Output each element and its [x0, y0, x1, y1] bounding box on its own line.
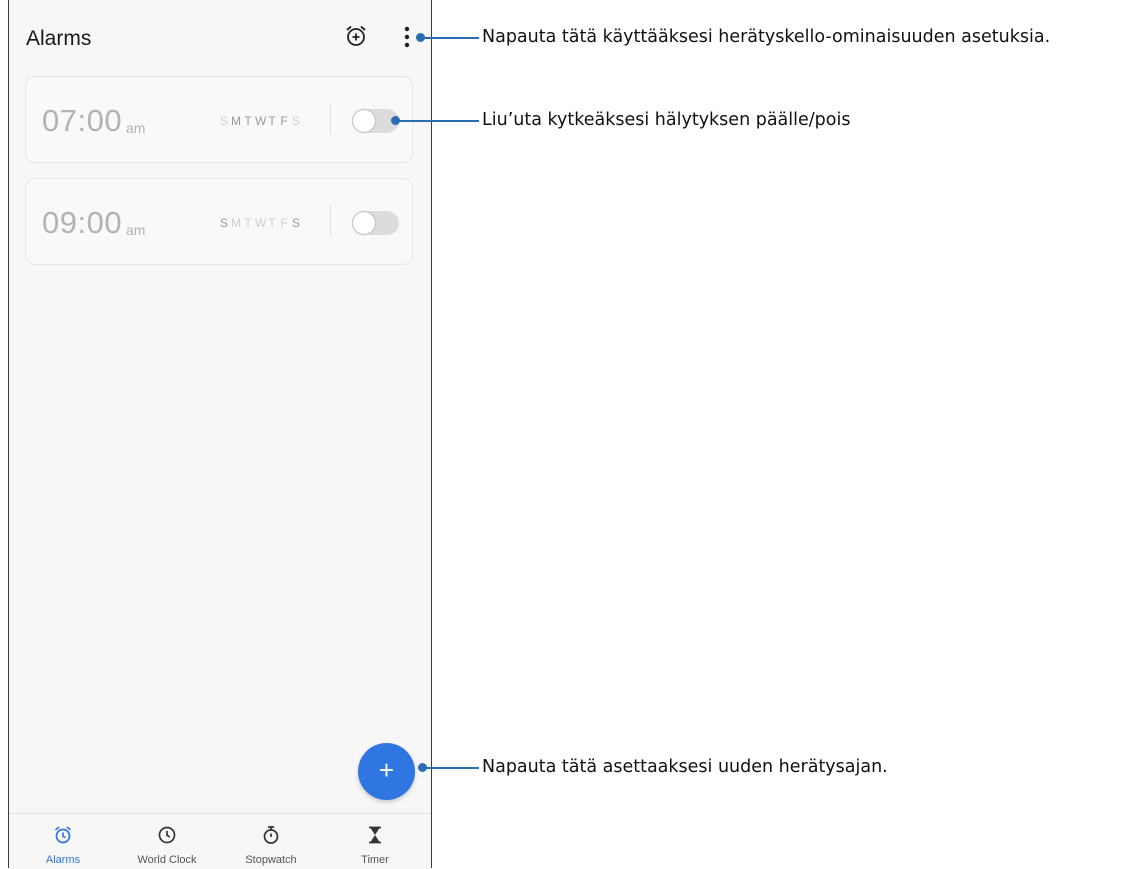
alarm-icon: [55, 826, 71, 844]
bottom-nav: Alarms World Clock Stopwatch Timer: [9, 813, 431, 869]
clock-icon: [158, 826, 176, 844]
day-letter: S: [219, 216, 230, 230]
tab-timer[interactable]: Timer: [325, 814, 425, 869]
alarm-card[interactable]: 09:00 am SMTWT F S: [25, 178, 413, 265]
stopwatch-icon: [263, 826, 279, 844]
more-vertical-icon[interactable]: [401, 24, 413, 50]
day-letter: W: [255, 216, 269, 230]
divider: [330, 205, 331, 237]
tab-alarms[interactable]: Alarms: [13, 814, 113, 869]
day-letter: S: [291, 216, 302, 230]
tab-label: World Clock: [137, 854, 197, 866]
divider: [330, 103, 331, 135]
alarm-ampm: am: [126, 222, 146, 238]
tab-label: Timer: [361, 854, 389, 866]
tab-label: Alarms: [45, 854, 81, 866]
day-letter: T: [268, 216, 278, 230]
day-letter: W: [255, 114, 269, 128]
day-letter: F: [280, 114, 290, 128]
add-alarm-button[interactable]: +: [358, 743, 415, 800]
phone-screen: Alarms 07:00 am SMTWT F S 09:00 am SMTWT F S…: [8, 0, 432, 869]
tab-label: Stopwatch: [245, 854, 297, 866]
callout-line: [421, 37, 479, 39]
day-letter: T: [268, 114, 278, 128]
hourglass-icon: [369, 826, 381, 844]
callout-new-alarm: Napauta tätä asettaaksesi uuden herätysa…: [482, 757, 888, 777]
day-letter: T: [244, 216, 254, 230]
day-letter: M: [231, 216, 243, 230]
callout-settings: Napauta tätä käyttääksesi herätyskello-o…: [482, 27, 1051, 47]
day-letter: M: [231, 114, 243, 128]
alarm-add-icon[interactable]: [344, 24, 368, 48]
toggle-knob: [353, 110, 375, 132]
toggle-knob: [353, 212, 375, 234]
callout-toggle: Liu’uta kytkeäksesi hälytyksen päälle/po…: [482, 110, 851, 130]
alarm-time: 09:00: [42, 205, 123, 240]
alarm-days: SMTWT F S: [219, 216, 303, 230]
page-title: Alarms: [26, 27, 92, 50]
day-letter: F: [280, 216, 290, 230]
day-letter: S: [291, 114, 302, 128]
callout-line: [396, 120, 479, 122]
alarm-time: 07:00: [42, 103, 123, 138]
day-letter: S: [219, 114, 230, 128]
alarm-days: SMTWT F S: [219, 114, 303, 128]
alarm-ampm: am: [126, 120, 146, 136]
day-letter: T: [244, 114, 254, 128]
callout-line: [423, 767, 479, 769]
tab-world-clock[interactable]: World Clock: [117, 814, 217, 869]
tab-stopwatch[interactable]: Stopwatch: [221, 814, 321, 869]
alarm-toggle[interactable]: [352, 211, 399, 235]
alarm-card[interactable]: 07:00 am SMTWT F S: [25, 76, 413, 163]
